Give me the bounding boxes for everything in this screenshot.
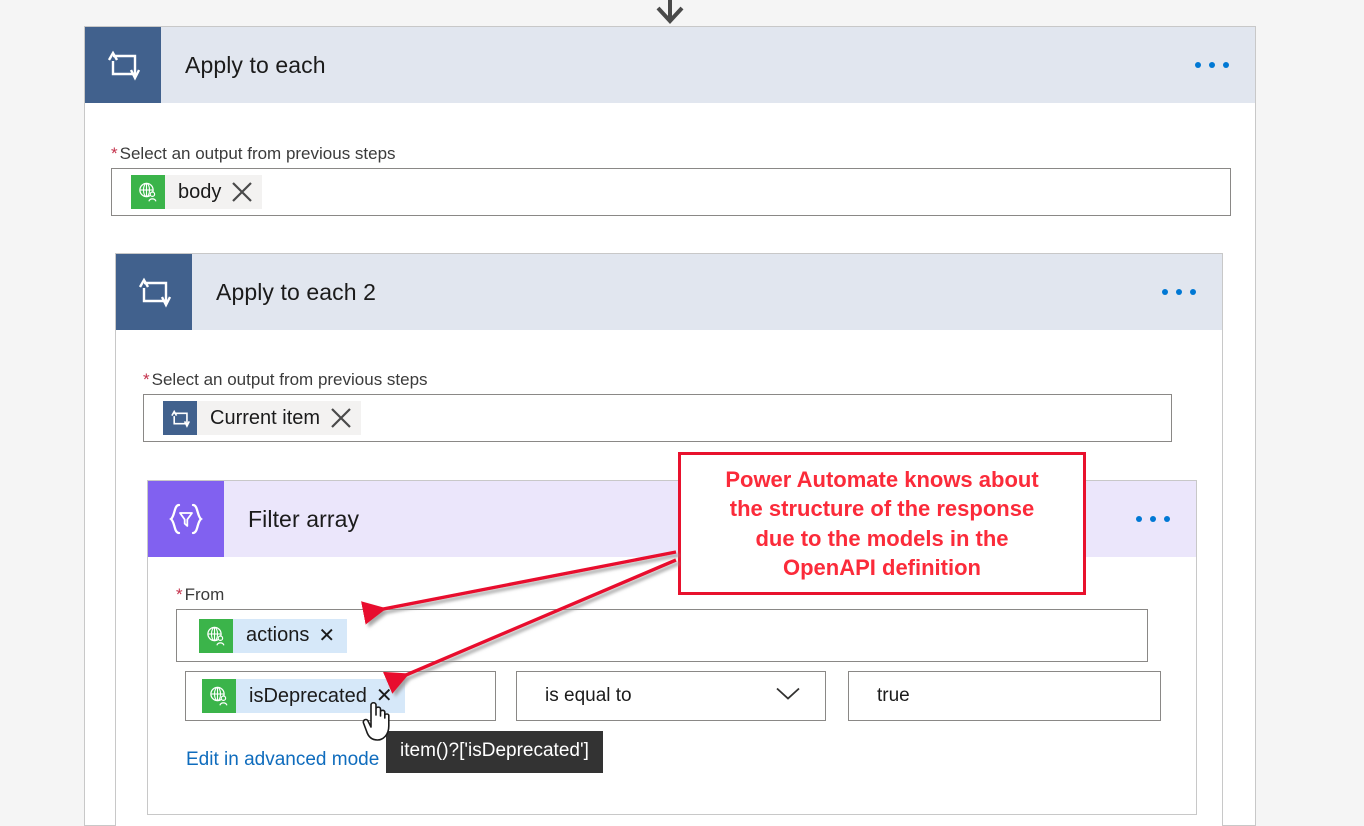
token-label: Current item — [210, 406, 321, 429]
dot — [1164, 516, 1170, 522]
callout-line: Power Automate knows about — [725, 467, 1039, 492]
foreach-loop-icon — [85, 27, 161, 103]
action-card-apply-to-each: Apply to each * Select an output from pre… — [84, 26, 1256, 826]
foreach-loop-icon — [163, 401, 197, 435]
dot — [1162, 289, 1168, 295]
overflow-menu-button-apply-to-each[interactable] — [1195, 62, 1229, 68]
foreach-loop-icon — [116, 254, 192, 330]
action-header-apply-to-each[interactable]: Apply to each — [85, 27, 1255, 103]
dot — [1209, 62, 1215, 68]
action-title: Filter array — [248, 505, 360, 532]
dot — [1223, 62, 1229, 68]
required-asterisk: * — [143, 370, 150, 389]
token-chip-actions[interactable]: actions ✕ — [199, 618, 348, 653]
field-label-select-output-inner: * Select an output from previous steps — [143, 370, 428, 389]
dot — [1136, 516, 1142, 522]
condition-operator-dropdown[interactable]: is equal to — [516, 671, 826, 721]
select-output-input-outer[interactable]: body — [111, 168, 1231, 216]
custom-connector-globe-icon — [131, 175, 165, 209]
callout-line: due to the models in the — [755, 525, 1009, 551]
token-label: isDeprecated — [249, 684, 367, 707]
token-chip-body[interactable]: body — [131, 175, 263, 209]
dot — [1150, 516, 1156, 522]
token-chip-current-item[interactable]: Current item — [163, 401, 362, 435]
field-label-select-output-outer: * Select an output from previous steps — [111, 144, 396, 163]
from-input[interactable]: actions ✕ — [176, 609, 1148, 662]
action-title: Apply to each 2 — [216, 278, 377, 305]
token-chip-isdeprecated[interactable]: isDeprecated ✕ — [202, 679, 405, 713]
close-icon[interactable] — [230, 180, 262, 204]
overflow-menu-button-apply-to-each-2[interactable] — [1162, 289, 1196, 295]
select-output-input-inner[interactable]: Current item — [143, 394, 1172, 442]
filter-array-braces-icon — [148, 481, 224, 557]
close-icon[interactable] — [329, 406, 361, 430]
expression-tooltip: item()?['isDeprecated'] — [386, 731, 603, 773]
callout-line: the structure of the response — [729, 496, 1035, 522]
overflow-menu-button-filter-array[interactable] — [1136, 516, 1170, 522]
condition-right-value-input[interactable]: true — [848, 671, 1161, 721]
required-asterisk: * — [111, 144, 118, 163]
chevron-down-icon — [775, 686, 801, 707]
annotation-callout: Power Automate knows about the structure… — [678, 452, 1086, 595]
custom-connector-globe-icon — [202, 679, 236, 713]
callout-line: OpenAPI definition — [783, 554, 981, 580]
close-icon[interactable]: ✕ — [318, 626, 347, 646]
token-label: body — [178, 180, 222, 203]
action-title: Apply to each — [185, 51, 326, 78]
close-icon[interactable]: ✕ — [376, 686, 405, 706]
dot — [1176, 289, 1182, 295]
field-label-from: * From — [176, 585, 225, 604]
condition-left-input[interactable]: isDeprecated ✕ — [185, 671, 496, 721]
right-value: true — [877, 685, 910, 706]
token-label: actions — [246, 624, 310, 646]
dot — [1190, 289, 1196, 295]
operator-value: is equal to — [545, 685, 632, 706]
action-header-apply-to-each-2[interactable]: Apply to each 2 — [116, 254, 1222, 330]
power-automate-flow-designer: Apply to each * Select an output from pre… — [0, 0, 1364, 826]
edit-in-advanced-mode-link[interactable]: Edit in advanced mode — [186, 749, 379, 771]
dot — [1195, 62, 1201, 68]
custom-connector-globe-icon — [199, 618, 233, 653]
required-asterisk: * — [176, 585, 183, 604]
arrow-down-icon — [648, 0, 692, 26]
